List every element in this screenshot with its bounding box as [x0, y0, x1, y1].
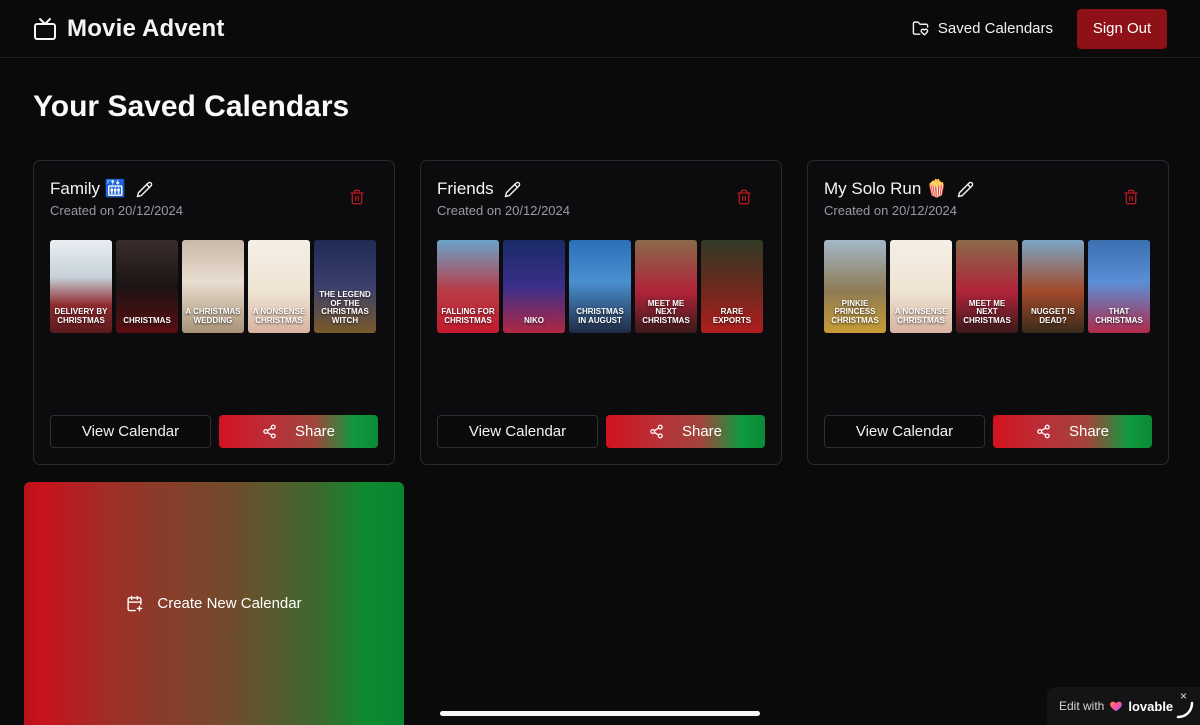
share-button[interactable]: Share — [606, 415, 765, 448]
lovable-brand: lovable — [1128, 698, 1174, 714]
created-date: Created on 20/12/2024 — [50, 203, 183, 218]
calendar-card: Friends Created on 20/12/2024 Falling fo… — [420, 160, 782, 465]
header-actions: Saved Calendars Sign Out — [912, 8, 1167, 49]
movie-poster[interactable]: A Nonsense Christmas — [890, 240, 952, 333]
page-title: Your Saved Calendars — [33, 90, 350, 123]
movie-poster[interactable]: Meet Me Next Christmas — [635, 240, 697, 333]
saved-calendars-label: Saved Calendars — [937, 20, 1053, 37]
calendar-name: My Solo Run 🍿 — [824, 179, 948, 198]
movie-poster-title: Meet Me Next Christmas — [642, 298, 690, 325]
movie-poster[interactable]: Christmas — [116, 240, 178, 333]
poster-strip: Delivery by Christmas Christmas A Christ… — [50, 240, 378, 333]
movie-poster-title: Christmas in August — [576, 307, 624, 325]
calendar-card-header: Family 🛗 — [50, 179, 378, 199]
share-label: Share — [681, 423, 723, 440]
movie-poster-title: A Nonsense Christmas — [252, 307, 306, 325]
calendar-name: Family 🛗 — [50, 179, 126, 198]
created-date: Created on 20/12/2024 — [824, 203, 957, 218]
trash-icon[interactable] — [736, 189, 752, 205]
pencil-icon[interactable] — [957, 181, 974, 198]
movie-poster-title: Nugget is Dead? — [1030, 307, 1075, 325]
movie-poster[interactable]: The Legend of the Christmas Witch — [314, 240, 376, 333]
created-date: Created on 20/12/2024 — [437, 203, 570, 218]
pencil-icon[interactable] — [136, 181, 153, 198]
movie-poster-title: A Christmas Wedding — [185, 307, 241, 325]
pencil-icon[interactable] — [504, 181, 521, 198]
movie-poster[interactable]: Pinkie Princess Christmas — [824, 240, 886, 333]
poster-strip: Pinkie Princess Christmas A Nonsense Chr… — [824, 240, 1152, 333]
calendar-card: My Solo Run 🍿 Created on 20/12/2024 Pink… — [807, 160, 1169, 465]
calendar-card-actions: View Calendar Share — [437, 415, 765, 448]
movie-poster[interactable]: Niko — [503, 240, 565, 333]
movie-poster[interactable]: Falling for Christmas — [437, 240, 499, 333]
movie-poster-title: Falling for Christmas — [441, 307, 495, 325]
corner-curve-icon — [1176, 701, 1194, 719]
share-label: Share — [1068, 423, 1110, 440]
calendar-card-header: My Solo Run 🍿 — [824, 179, 1152, 199]
calendar-name: Friends — [437, 179, 494, 198]
calendar-plus-icon — [126, 595, 143, 612]
view-calendar-button[interactable]: View Calendar — [50, 415, 211, 448]
calendar-card-header: Friends — [437, 179, 765, 199]
heart-icon — [1109, 699, 1123, 713]
create-new-calendar-button[interactable]: Create New Calendar — [24, 482, 404, 725]
home-indicator — [440, 711, 760, 716]
top-nav: Movie Advent Saved Calendars Sign Out — [0, 0, 1200, 58]
calendar-card-actions: View Calendar Share — [50, 415, 378, 448]
brand-title: Movie Advent — [67, 14, 225, 42]
movie-poster[interactable]: Meet Me Next Christmas — [956, 240, 1018, 333]
sign-out-button[interactable]: Sign Out — [1077, 8, 1167, 49]
movie-poster[interactable]: Christmas in August — [569, 240, 631, 333]
movie-poster[interactable]: A Nonsense Christmas — [248, 240, 310, 333]
movie-poster[interactable]: Nugget is Dead? — [1022, 240, 1084, 333]
lovable-badge[interactable]: Edit with lovable × — [1047, 687, 1200, 725]
share-button[interactable]: Share — [993, 415, 1152, 448]
movie-poster[interactable]: Delivery by Christmas — [50, 240, 112, 333]
create-new-calendar-label: Create New Calendar — [157, 595, 302, 612]
movie-poster-title: A Nonsense Christmas — [894, 307, 948, 325]
trash-icon[interactable] — [1123, 189, 1139, 205]
movie-poster-title: Christmas — [123, 315, 171, 325]
share-button[interactable]: Share — [219, 415, 378, 448]
movie-poster-title: Niko — [524, 315, 544, 325]
movie-poster-title: Pinkie Princess Christmas — [831, 298, 879, 325]
trash-icon[interactable] — [349, 189, 365, 205]
share-icon — [649, 424, 664, 439]
movie-poster[interactable]: Rare Exports — [701, 240, 763, 333]
calendar-card-actions: View Calendar Share — [824, 415, 1152, 448]
movie-poster-title: Rare Exports — [712, 307, 752, 325]
share-icon — [262, 424, 277, 439]
brand[interactable]: Movie Advent — [33, 15, 225, 43]
edit-with-label: Edit with — [1059, 699, 1105, 713]
movie-poster[interactable]: A Christmas Wedding — [182, 240, 244, 333]
movie-poster-title: Meet Me Next Christmas — [963, 298, 1011, 325]
calendar-card: Family 🛗 Created on 20/12/2024 Delivery … — [33, 160, 395, 465]
saved-calendars-link[interactable]: Saved Calendars — [912, 20, 1053, 37]
movie-poster-title: That Christmas — [1095, 307, 1143, 325]
folder-heart-icon — [912, 20, 929, 37]
view-calendar-button[interactable]: View Calendar — [437, 415, 598, 448]
movie-poster-title: Delivery by Christmas — [54, 307, 108, 325]
calendar-list: Family 🛗 Created on 20/12/2024 Delivery … — [33, 160, 1169, 465]
movie-poster[interactable]: That Christmas — [1088, 240, 1150, 333]
share-label: Share — [294, 423, 336, 440]
tv-icon — [33, 17, 57, 41]
share-icon — [1036, 424, 1051, 439]
movie-poster-title: The Legend of the Christmas Witch — [319, 290, 371, 325]
view-calendar-button[interactable]: View Calendar — [824, 415, 985, 448]
poster-strip: Falling for Christmas Niko Christmas in … — [437, 240, 765, 333]
